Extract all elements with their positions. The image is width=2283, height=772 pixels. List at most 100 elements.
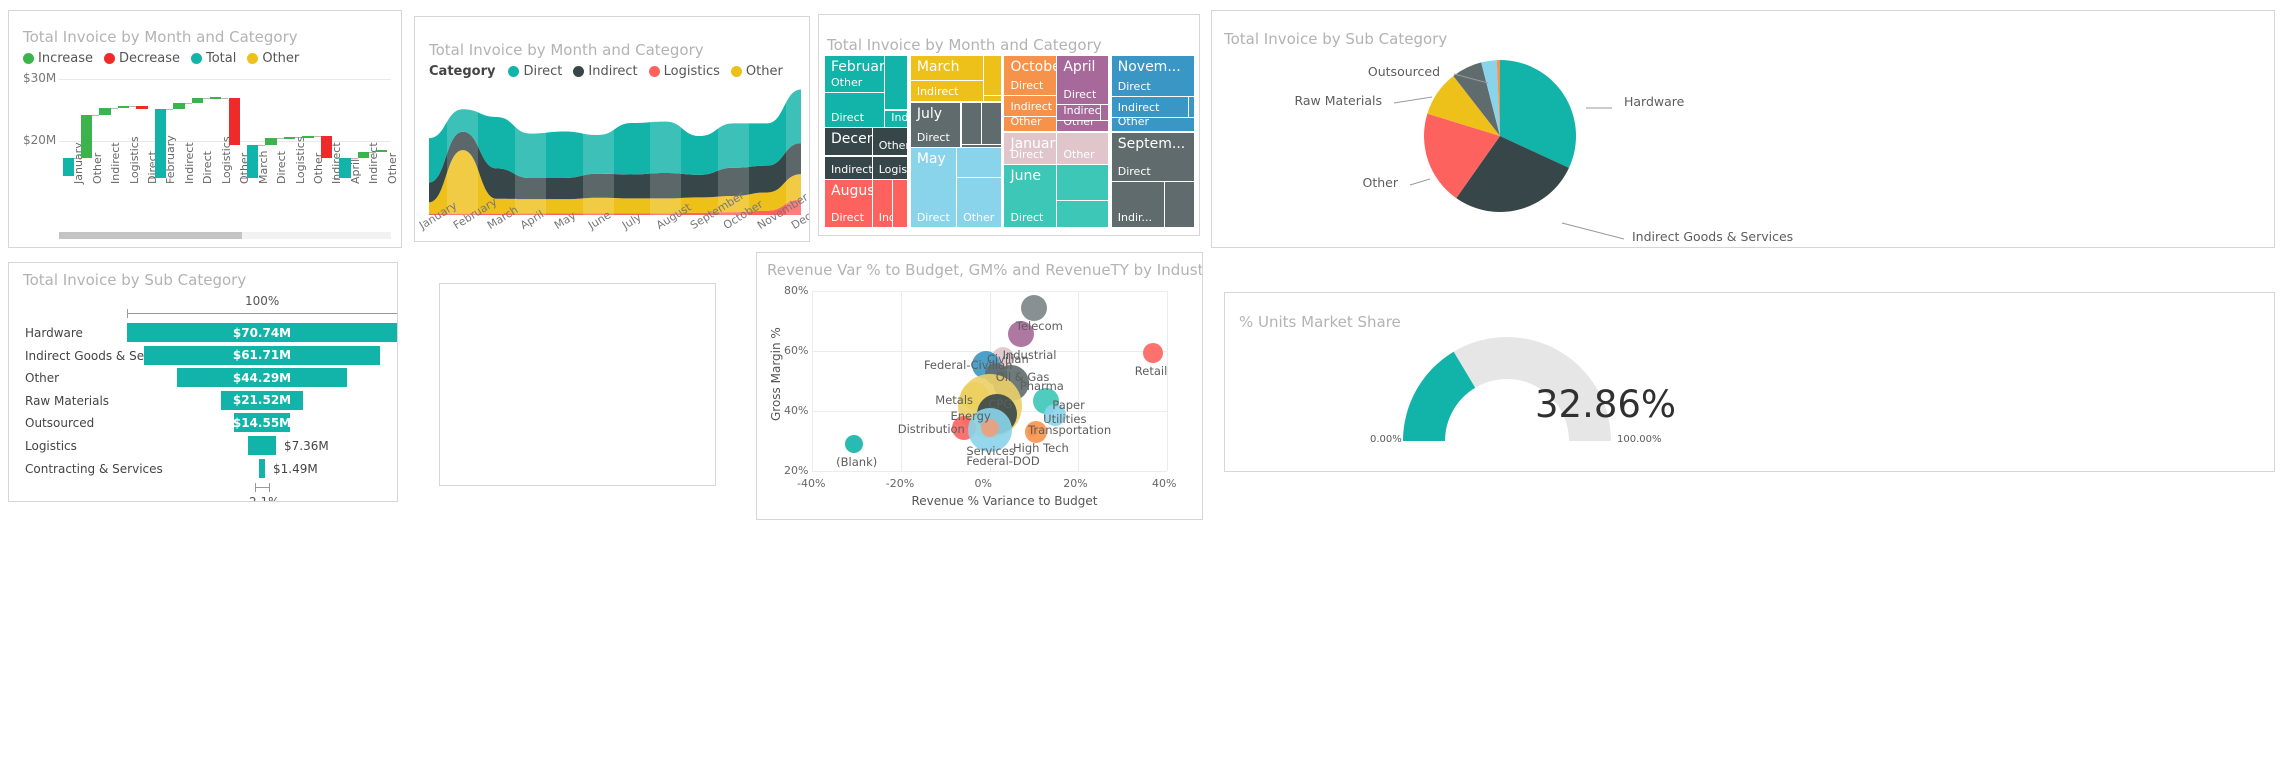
treemap-tile[interactable]: Indirect: [1111, 97, 1189, 117]
treemap-tile[interactable]: Indirect: [825, 156, 872, 179]
treemap-tile[interactable]: Logis...: [872, 156, 908, 179]
treemap-tile[interactable]: March: [910, 56, 983, 81]
treemap-tile[interactable]: Indirect: [1057, 105, 1100, 121]
funnel-bar[interactable]: $61.71M: [144, 345, 380, 365]
legend-swatch-icon: [23, 53, 34, 64]
panel-gauge[interactable]: % Units Market Share 32.86% 0.00% 100.00%: [1224, 292, 2275, 472]
pie-leader-line: [1409, 178, 1431, 186]
treemap-tile[interactable]: [961, 102, 982, 144]
funnel-bar[interactable]: [259, 458, 265, 478]
treemap-tile[interactable]: Other: [957, 178, 1001, 227]
waterfall-bar[interactable]: [210, 97, 222, 100]
waterfall-bar[interactable]: [173, 102, 185, 109]
treemap-tile[interactable]: [1189, 97, 1194, 117]
treemap-tile[interactable]: [893, 179, 908, 227]
treemap-tile[interactable]: [1165, 182, 1194, 227]
panel-treemap[interactable]: Total Invoice by Month and Category Febr…: [818, 14, 1200, 236]
treemap-tile[interactable]: [1101, 105, 1108, 121]
treemap-tile-category: Direct: [1010, 78, 1044, 92]
treemap-tile[interactable]: JanuaryDirect: [1004, 132, 1057, 164]
treemap-tile[interactable]: December: [825, 128, 872, 156]
treemap-tile[interactable]: Other: [1111, 117, 1194, 132]
treemap-tile-category: Direct: [1117, 80, 1151, 94]
treemap-tile[interactable]: April Direct: [1057, 56, 1108, 104]
legend-item-other[interactable]: Other: [247, 51, 299, 66]
treemap-tile[interactable]: October Direct: [1004, 56, 1057, 95]
waterfall-bar[interactable]: [99, 107, 111, 115]
treemap-tile[interactable]: [982, 102, 1001, 144]
waterfall-scrollbar-thumb[interactable]: [59, 232, 242, 239]
panel-discount-card[interactable]: [439, 283, 716, 486]
scatter-bubble[interactable]: [845, 435, 864, 453]
waterfall-bar[interactable]: [136, 106, 148, 110]
treemap-tile[interactable]: Other: [872, 128, 908, 156]
waterfall-legend: Increase Decrease Total Other: [23, 51, 299, 66]
treemap-tile[interactable]: July Direct: [910, 102, 961, 147]
treemap-tile[interactable]: August Direct: [825, 179, 872, 227]
scatter-vgrid: [900, 291, 902, 471]
y-tick-$20M: $20M: [23, 132, 57, 147]
treemap-tile-category: Direct: [1010, 148, 1044, 161]
treemap-tile[interactable]: Indirect: [910, 81, 983, 102]
waterfall-x-label: March: [256, 150, 270, 184]
scatter-y-tick: 40%: [784, 404, 809, 417]
scatter-point-label: Paper: [1052, 397, 1085, 412]
treemap-tile[interactable]: Ind...: [872, 179, 892, 227]
treemap-tile[interactable]: [1057, 201, 1108, 227]
funnel-bar[interactable]: $21.52M: [220, 390, 304, 410]
waterfall-bar[interactable]: [117, 106, 130, 109]
panel-pie-chart[interactable]: Total Invoice by Sub Category Hardware In…: [1211, 10, 2275, 248]
treemap-tile-category: Other: [963, 210, 995, 224]
waterfall-bar[interactable]: [228, 97, 240, 145]
treemap-tile[interactable]: Other: [1057, 121, 1108, 132]
waterfall-connector: [258, 145, 266, 147]
scatter-point-label: Distribution: [897, 421, 965, 436]
scatter-x-tick: -40%: [797, 477, 826, 490]
legend-item-decrease[interactable]: Decrease: [104, 51, 180, 66]
treemap-tile[interactable]: [961, 144, 1001, 147]
treemap-tile[interactable]: Ind...: [885, 110, 908, 128]
treemap-tile[interactable]: Indir...: [1111, 182, 1165, 227]
funnel-bar[interactable]: $14.55M: [233, 413, 291, 433]
pie-label: Raw Materials: [1294, 93, 1382, 108]
treemap-tile[interactable]: [1057, 165, 1108, 201]
waterfall-bar[interactable]: [191, 98, 204, 103]
treemap-tile[interactable]: May Direct: [910, 148, 956, 227]
legend-item-total[interactable]: Total: [190, 51, 236, 66]
treemap-tile[interactable]: Direct: [825, 92, 885, 128]
treemap-tile[interactable]: June Direct: [1004, 165, 1057, 227]
panel-waterfall[interactable]: Total Invoice by Month and Category Incr…: [8, 10, 402, 248]
funnel-bar[interactable]: [247, 436, 277, 455]
pie-label: Outsourced: [1368, 64, 1440, 79]
treemap-tile[interactable]: [885, 56, 908, 110]
waterfall-bar[interactable]: [376, 149, 388, 153]
waterfall-bar[interactable]: [80, 115, 93, 158]
waterfall-x-label: Other: [385, 152, 399, 184]
waterfall-bar[interactable]: [302, 136, 314, 138]
treemap-tile[interactable]: Indirect: [1004, 95, 1057, 116]
treemap-tile[interactable]: Septem... Direct: [1111, 132, 1194, 182]
scatter-x-tick: 0%: [974, 477, 992, 490]
treemap-tile[interactable]: [984, 56, 1001, 96]
waterfall-x-label: April: [348, 158, 362, 184]
panel-funnel[interactable]: Total Invoice by Sub Category 100% Hardwa…: [8, 262, 398, 502]
treemap-tile[interactable]: Novem... Direct: [1111, 56, 1194, 97]
treemap-tile-category: Ind...: [891, 111, 908, 125]
pie-leader-line: [1561, 222, 1625, 240]
panel-area-chart[interactable]: Total Invoice by Month and Category Cate…: [414, 16, 810, 242]
treemap-tile[interactable]: [984, 96, 1001, 102]
treemap-tile[interactable]: [957, 148, 1001, 178]
legend-item-increase[interactable]: Increase: [23, 51, 93, 66]
panel-scatter[interactable]: Revenue Var % to Budget, GM% and Revenue…: [756, 252, 1203, 520]
waterfall-bar[interactable]: [265, 137, 277, 146]
scatter-y-axis-title: Gross Margin %: [769, 327, 783, 421]
treemap-tile[interactable]: FebruaryOther: [825, 56, 885, 92]
treemap-tile[interactable]: Other: [1004, 117, 1057, 132]
scatter-bubble[interactable]: [1142, 342, 1163, 363]
scatter-bubble[interactable]: [1020, 294, 1047, 321]
treemap-tile-month: June: [1010, 168, 1041, 185]
funnel-bar[interactable]: $44.29M: [177, 368, 347, 388]
funnel-bar[interactable]: $70.74M: [127, 323, 397, 342]
treemap-tile-category: Direct: [1063, 87, 1097, 101]
treemap-tile[interactable]: Other: [1057, 132, 1108, 164]
